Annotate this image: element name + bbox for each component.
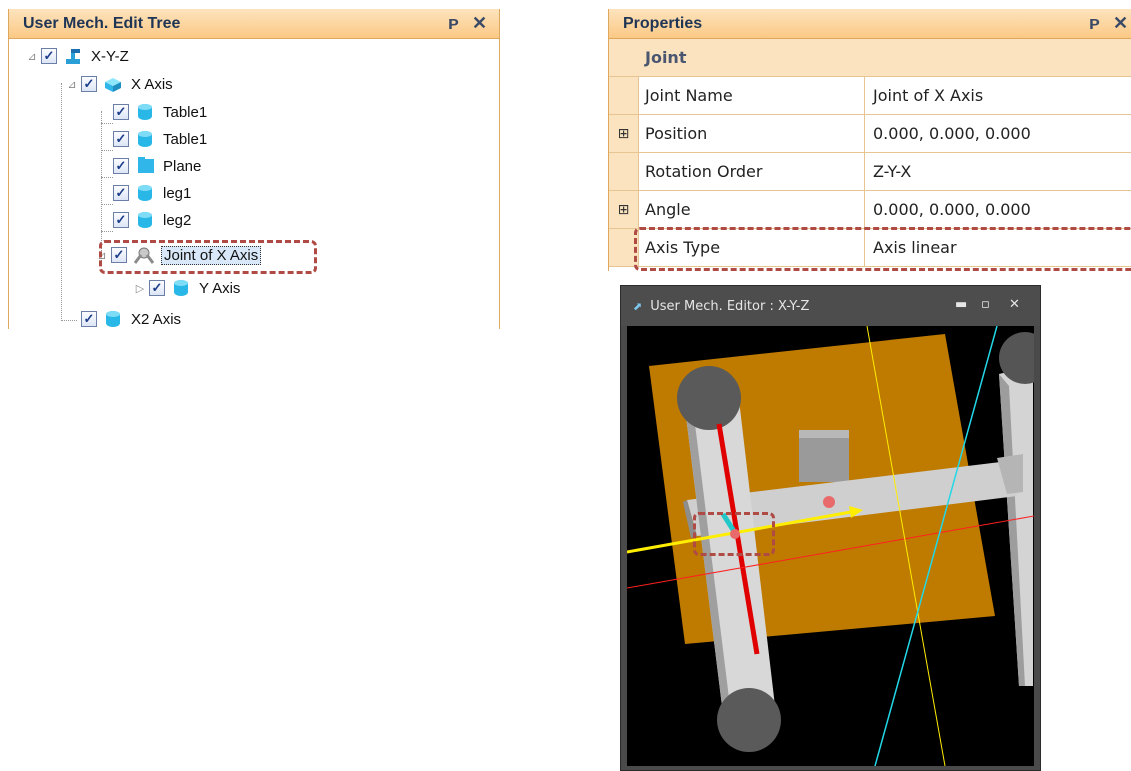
- close-icon[interactable]: ✕: [1009, 298, 1020, 312]
- tree-connector: [61, 320, 77, 321]
- close-icon[interactable]: ✕: [1113, 14, 1128, 32]
- tree-node-leg2[interactable]: ✓ leg2: [113, 207, 191, 233]
- tree-node-label: leg1: [163, 184, 192, 202]
- center-block: [799, 436, 849, 482]
- expand-plus-icon[interactable]: ⊞: [609, 191, 639, 228]
- visibility-checkbox[interactable]: ✓: [149, 280, 165, 296]
- plane-icon: [135, 156, 155, 176]
- property-name: Position: [639, 115, 865, 152]
- collapse-arrow-icon[interactable]: ⊿: [65, 78, 79, 91]
- visibility-checkbox[interactable]: ✓: [113, 185, 129, 201]
- tree-node-x2-axis[interactable]: ✓ X2 Axis: [81, 306, 181, 329]
- cylinder-icon: [135, 210, 155, 230]
- tree-node-label: X-Y-Z: [91, 47, 129, 65]
- robot-icon: [63, 46, 83, 66]
- close-icon[interactable]: ✕: [472, 14, 487, 32]
- tree-panel-header: User Mech. Edit Tree ᴘ ✕: [9, 9, 499, 39]
- tree-connector: [101, 123, 113, 124]
- property-row-joint-name[interactable]: Joint Name Joint of X Axis: [609, 77, 1131, 115]
- tree-node-label: Plane: [163, 157, 202, 175]
- box-icon: [103, 74, 123, 94]
- axis-type-callout: [634, 227, 1131, 271]
- property-category-joint[interactable]: Joint: [609, 39, 1131, 77]
- visibility-checkbox[interactable]: ✓: [81, 311, 97, 327]
- property-row-angle[interactable]: ⊞ Angle 0.000, 0.000, 0.000: [609, 191, 1131, 229]
- tree-connector: [61, 83, 62, 321]
- scene-canvas[interactable]: [627, 326, 1034, 766]
- visibility-checkbox[interactable]: ✓: [41, 48, 57, 64]
- property-value[interactable]: Z-Y-X: [865, 153, 1131, 190]
- tree-connector: [101, 150, 113, 151]
- tree-panel-title: User Mech. Edit Tree: [23, 14, 181, 32]
- bottom-leg-cap: [717, 688, 781, 752]
- viewport-joint-callout: [693, 512, 775, 556]
- category-label: Joint: [645, 48, 687, 67]
- visibility-checkbox[interactable]: ✓: [113, 104, 129, 120]
- tree-node-label: leg2: [163, 211, 192, 229]
- top-leg-cap: [677, 366, 741, 430]
- tree-node-y-axis[interactable]: ▷ ✓ Y Axis: [133, 275, 241, 301]
- tree-highlight-callout: [99, 240, 317, 274]
- editor-titlebar[interactable]: ⬈ User Mech. Editor : X-Y-Z ▬ ▫ ✕: [621, 286, 1040, 326]
- editor-window-icon: ⬈: [633, 299, 643, 313]
- visibility-checkbox[interactable]: ✓: [81, 76, 97, 92]
- tree-node-label: X Axis: [131, 75, 173, 93]
- tree-node-table1[interactable]: ✓ Table1: [113, 99, 207, 125]
- maximize-icon[interactable]: ▫: [981, 298, 990, 312]
- editor-title: User Mech. Editor : X-Y-Z: [650, 298, 810, 314]
- property-name: Rotation Order: [639, 153, 865, 190]
- mech-edit-tree-panel: User Mech. Edit Tree ᴘ ✕ ⊿ ✓ X-Y-Z ⊿ ✓ X…: [8, 9, 500, 329]
- tree-node-xyz[interactable]: ⊿ ✓ X-Y-Z: [25, 43, 129, 69]
- visibility-checkbox[interactable]: ✓: [113, 131, 129, 147]
- property-name: Angle: [639, 191, 865, 228]
- property-value[interactable]: 0.000, 0.000, 0.000: [865, 191, 1131, 228]
- pin-icon[interactable]: ᴘ: [448, 14, 459, 32]
- visibility-checkbox[interactable]: ✓: [113, 158, 129, 174]
- tree-node-leg1[interactable]: ✓ leg1: [113, 180, 191, 206]
- row-gutter: [609, 153, 639, 190]
- collapse-arrow-icon[interactable]: ⊿: [25, 50, 39, 63]
- tree-connector: [101, 231, 113, 232]
- tree-node-label: X2 Axis: [131, 310, 182, 328]
- tree-body: ⊿ ✓ X-Y-Z ⊿ ✓ X Axis ✓ Table1 ✓ Table1 ✓…: [9, 39, 499, 329]
- property-name: Joint Name: [639, 77, 865, 114]
- tree-connector: [101, 204, 113, 205]
- tree-node-table1[interactable]: ✓ Table1: [113, 126, 207, 152]
- tree-node-x-axis[interactable]: ⊿ ✓ X Axis: [65, 71, 173, 97]
- property-row-position[interactable]: ⊞ Position 0.000, 0.000, 0.000: [609, 115, 1131, 153]
- pin-icon[interactable]: ᴘ: [1089, 14, 1100, 32]
- properties-panel-title: Properties: [623, 14, 703, 32]
- minimize-icon[interactable]: ▬: [955, 298, 967, 312]
- properties-panel-header: Properties ᴘ ✕: [609, 9, 1131, 39]
- tree-node-label: Table1: [163, 103, 208, 121]
- row-gutter: [609, 77, 639, 114]
- 3d-viewport[interactable]: [627, 326, 1034, 766]
- mech-editor-window: ⬈ User Mech. Editor : X-Y-Z ▬ ▫ ✕: [620, 285, 1041, 771]
- cylinder-icon: [171, 278, 191, 298]
- property-row-rotation-order[interactable]: Rotation Order Z-Y-X: [609, 153, 1131, 191]
- center-origin-dot: [823, 496, 835, 508]
- tree-node-label: Table1: [163, 130, 208, 148]
- property-value[interactable]: Joint of X Axis: [865, 77, 1131, 114]
- property-value[interactable]: 0.000, 0.000, 0.000: [865, 115, 1131, 152]
- expand-arrow-icon[interactable]: ▷: [133, 282, 147, 295]
- cylinder-icon: [135, 102, 155, 122]
- cylinder-icon: [135, 129, 155, 149]
- visibility-checkbox[interactable]: ✓: [113, 212, 129, 228]
- tree-node-plane[interactable]: ✓ Plane: [113, 153, 201, 179]
- expand-plus-icon[interactable]: ⊞: [609, 115, 639, 152]
- tree-node-label: Y Axis: [199, 279, 241, 297]
- cylinder-icon: [135, 183, 155, 203]
- tree-connector: [101, 177, 113, 178]
- cylinder-icon: [103, 309, 123, 329]
